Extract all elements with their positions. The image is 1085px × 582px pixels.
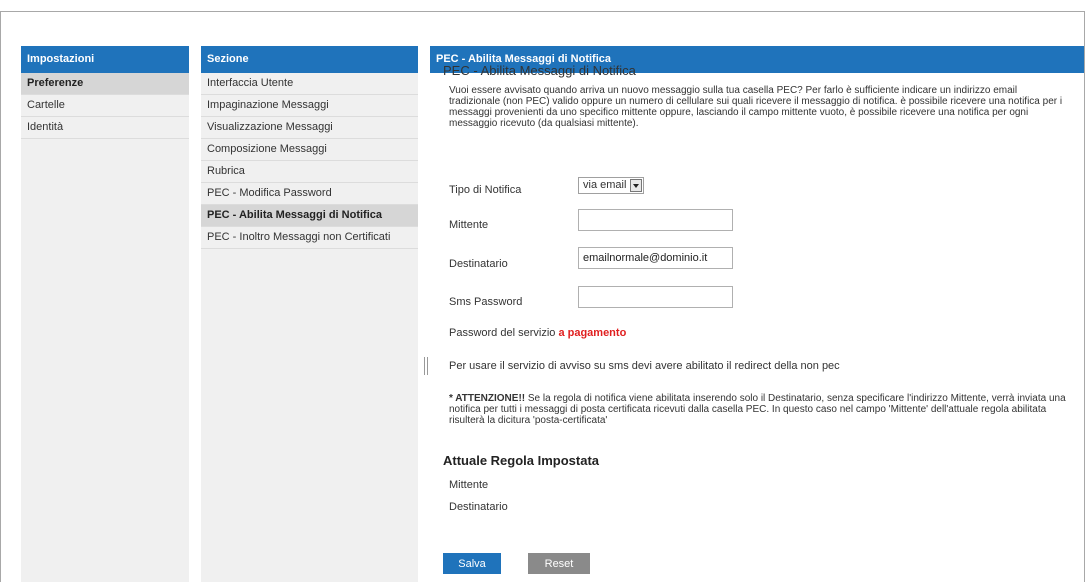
tipo-notifica-value: via email (583, 179, 627, 191)
nav-item-pec-abilita-notifica[interactable]: PEC - Abilita Messaggi di Notifica (201, 205, 418, 227)
current-destinatario-label: Destinatario (449, 501, 508, 513)
chevron-down-icon[interactable] (630, 179, 643, 192)
sezione-panel: Sezione Interfaccia Utente Impaginazione… (201, 46, 418, 582)
sms-password-input[interactable] (578, 286, 733, 308)
page-title: PEC - Abilita Messaggi di Notifica (443, 63, 636, 78)
mittente-label: Mittente (449, 219, 489, 231)
main-panel: PEC - Abilita Messaggi di Notifica PEC -… (430, 46, 1084, 582)
nav-item-rubrica[interactable]: Rubrica (201, 161, 418, 183)
destinatario-input[interactable] (578, 247, 733, 269)
impostazioni-panel: Impostazioni Preferenze Cartelle Identit… (21, 46, 189, 582)
save-button[interactable]: Salva (443, 553, 501, 574)
nav-item-visualizzazione-messaggi[interactable]: Visualizzazione Messaggi (201, 117, 418, 139)
current-rule-title: Attuale Regola Impostata (443, 453, 600, 468)
warning-bold-label: * ATTENZIONE!! (449, 393, 526, 404)
destinatario-label: Destinatario (449, 258, 508, 270)
paid-service-highlight: a pagamento (558, 327, 627, 339)
sms-password-label: Sms Password (449, 296, 523, 308)
tipo-notifica-label: Tipo di Notifica (449, 184, 522, 196)
nav-item-preferenze[interactable]: Preferenze (21, 73, 189, 95)
nav-item-composizione-messaggi[interactable]: Composizione Messaggi (201, 139, 418, 161)
nav-item-pec-modifica-password[interactable]: PEC - Modifica Password (201, 183, 418, 205)
attention-warning: * ATTENZIONE!! Se la regola di notifica … (449, 393, 1079, 426)
intro-text: Vuoi essere avvisato quando arriva un nu… (449, 85, 1063, 129)
reset-button[interactable]: Reset (528, 553, 590, 574)
nav-item-interfaccia-utente[interactable]: Interfaccia Utente (201, 73, 418, 95)
paid-service-note: Password del servizio a pagamento (449, 327, 626, 339)
impostazioni-header: Impostazioni (21, 46, 189, 73)
current-mittente-label: Mittente (449, 479, 489, 491)
mittente-input[interactable] (578, 209, 733, 231)
sms-redirect-note: Per usare il servizio di avviso su sms d… (449, 360, 840, 372)
nav-item-impaginazione-messaggi[interactable]: Impaginazione Messaggi (201, 95, 418, 117)
settings-window: Impostazioni Preferenze Cartelle Identit… (0, 11, 1085, 582)
sezione-header: Sezione (201, 46, 418, 73)
nav-item-pec-inoltro-non-certificati[interactable]: PEC - Inoltro Messaggi non Certificati (201, 227, 418, 249)
nav-item-identita[interactable]: Identità (21, 117, 189, 139)
paid-service-prefix: Password del servizio (449, 327, 556, 339)
splitter-handle-icon[interactable] (424, 357, 428, 375)
nav-item-cartelle[interactable]: Cartelle (21, 95, 189, 117)
tipo-notifica-select[interactable]: via email (578, 177, 645, 194)
warning-text: Se la regola di notifica viene abilitata… (449, 393, 1066, 426)
